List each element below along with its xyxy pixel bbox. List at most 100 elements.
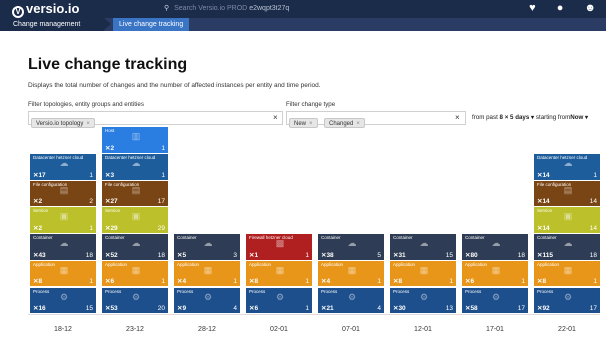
entity-name: Process — [465, 288, 482, 294]
entity-block-datacenter-hetzner-cloud[interactable]: Datacenter hetzner cloud ☁ ⨯17 1 — [30, 154, 96, 180]
instance-count: 3 — [233, 251, 237, 259]
instance-count: 1 — [377, 278, 381, 286]
entity-block-process[interactable]: Process ⚙ ⨯6 1 — [246, 287, 312, 313]
change-count: ⨯58 — [465, 305, 478, 312]
entity-block-container[interactable]: Container ☁ ⨯31 15 — [390, 234, 456, 260]
entity-icon: ▣ — [59, 211, 69, 222]
entity-icon: ☁ — [131, 158, 141, 168]
entity-block-file-configuration[interactable]: File configuration ▤ ⨯14 14 — [534, 180, 600, 207]
instance-count: 5 — [377, 251, 381, 259]
instance-count: 1 — [161, 144, 165, 152]
entity-block-process[interactable]: Process ⚙ ⨯21 4 — [318, 287, 384, 313]
tag-label: New — [294, 121, 307, 127]
entity-block-file-configuration[interactable]: File configuration ▤ ⨯2 2 — [30, 180, 96, 207]
entity-block-container[interactable]: Container ☁ ⨯43 18 — [30, 234, 96, 260]
tag-remove-icon[interactable]: × — [86, 121, 90, 127]
entity-block-application[interactable]: Application ▦ ⨯6 1 — [102, 260, 168, 287]
entity-icon: ☁ — [131, 238, 141, 249]
range-starting-label: starting from — [535, 114, 571, 121]
range-start-dropdown[interactable]: Now ▾ — [570, 114, 588, 121]
entity-block-process[interactable]: Process ⚙ ⨯9 4 — [174, 287, 240, 313]
page-description: Displays the total number of changes and… — [28, 82, 321, 89]
entity-name: Service — [537, 208, 553, 214]
instance-count: 4 — [377, 305, 381, 312]
change-count: ⨯80 — [465, 251, 478, 259]
change-count: ⨯52 — [105, 251, 118, 259]
entity-block-process[interactable]: Process ⚙ ⨯30 13 — [390, 287, 456, 313]
entity-block-application[interactable]: Application ▦ ⨯8 1 — [390, 260, 456, 287]
entity-block-container[interactable]: Container ☁ ⨯52 18 — [102, 234, 168, 260]
chat-icon[interactable]: ● — [557, 2, 564, 14]
entity-block-application[interactable]: Application ▦ ⨯6 1 — [462, 260, 528, 287]
instance-count: 4 — [233, 305, 237, 312]
entity-block-process[interactable]: Process ⚙ ⨯16 15 — [30, 287, 96, 313]
change-type-filter-input[interactable]: New × Changed × × — [286, 111, 466, 128]
clear-change-type-filter-icon[interactable]: × — [455, 113, 460, 122]
entity-block-process[interactable]: Process ⚙ ⨯92 17 — [534, 287, 600, 313]
entity-name: Application — [249, 261, 272, 267]
entity-icon: ▦ — [203, 264, 213, 275]
entity-block-service[interactable]: Service ▣ ⨯14 14 — [534, 207, 600, 233]
entity-icon: ⚙ — [419, 291, 429, 302]
breadcrumb-change-management[interactable]: Change management — [0, 18, 104, 31]
entity-icon: ▩ — [275, 238, 285, 249]
entity-block-application[interactable]: Application ▦ ⨯8 1 — [30, 260, 96, 287]
entity-icon: ☁ — [563, 238, 573, 249]
search-bar[interactable]: ⚲ Search Versio.io PROD e2wqpt3t27q — [164, 4, 289, 12]
entity-block-process[interactable]: Process ⚙ ⨯53 20 — [102, 287, 168, 313]
entity-block-application[interactable]: Application ▦ ⨯4 1 — [174, 260, 240, 287]
app-logo[interactable]: Vversio.io — [12, 1, 79, 18]
topology-filter-input[interactable]: Versio.io topology × × — [28, 111, 283, 128]
user-icon[interactable]: ☻ — [584, 2, 596, 14]
entity-name: Container — [537, 235, 557, 241]
entity-block-datacenter-hetzner-cloud[interactable]: Datacenter hetzner cloud ☁ ⨯14 1 — [534, 154, 600, 180]
entity-block-application[interactable]: Application ▦ ⨯8 1 — [534, 260, 600, 287]
entity-block-application[interactable]: Application ▦ ⨯8 1 — [246, 260, 312, 287]
entity-block-host[interactable]: Host ▥ ⨯2 1 — [102, 127, 168, 153]
entity-block-container[interactable]: Container ☁ ⨯38 5 — [318, 234, 384, 260]
range-amount-dropdown[interactable]: 8 × 5 days ▾ — [500, 114, 535, 121]
time-range-selector: from past 8 × 5 days ▾ starting fromNow … — [472, 114, 588, 121]
entity-icon: ⚙ — [275, 291, 285, 302]
change-count: ⨯29 — [105, 224, 118, 232]
instance-count: 20 — [157, 305, 165, 312]
entity-block-process[interactable]: Process ⚙ ⨯58 17 — [462, 287, 528, 313]
breadcrumb-live-change-tracking[interactable]: Live change tracking — [113, 18, 190, 31]
change-count: ⨯5 — [177, 251, 187, 259]
heart-monitor-icon[interactable]: ♥ — [529, 2, 536, 14]
entity-icon: ▦ — [275, 264, 285, 275]
entity-name: Host — [105, 128, 115, 134]
chart-axis-line — [28, 314, 600, 315]
entity-block-container[interactable]: Container ☁ ⨯80 18 — [462, 234, 528, 260]
entity-name: Firewall hetzner cloud — [249, 235, 293, 241]
topology-filter-tag[interactable]: Versio.io topology × — [31, 118, 95, 128]
date-tick-label: 02-01 — [270, 326, 288, 333]
tag-remove-icon[interactable]: × — [356, 121, 360, 127]
entity-block-firewall-hetzner-cloud[interactable]: Firewall hetzner cloud ▩ ⨯1 1 — [246, 234, 312, 260]
entity-block-file-configuration[interactable]: File configuration ▤ ⨯27 17 — [102, 180, 168, 207]
entity-block-service[interactable]: Service ▣ ⨯2 1 — [30, 207, 96, 233]
entity-icon: ⚙ — [59, 291, 69, 302]
instance-count: 1 — [89, 224, 93, 232]
instance-count: 15 — [445, 251, 453, 259]
change-count: ⨯14 — [537, 171, 550, 179]
entity-icon: ▣ — [131, 211, 141, 222]
instance-count: 1 — [305, 278, 309, 286]
clear-topology-filter-icon[interactable]: × — [273, 113, 278, 122]
entity-block-container[interactable]: Container ☁ ⨯5 3 — [174, 234, 240, 260]
entity-block-datacenter-hetzner-cloud[interactable]: Datacenter hetzner cloud ☁ ⨯3 1 — [102, 154, 168, 180]
entity-name: Application — [393, 261, 416, 267]
change-type-tag-new[interactable]: New × — [289, 118, 318, 128]
entity-name: Application — [177, 261, 200, 267]
app-name: versio.io — [26, 1, 80, 16]
entity-block-service[interactable]: Service ▣ ⨯29 29 — [102, 207, 168, 233]
entity-icon: ⚙ — [347, 291, 357, 302]
change-type-tag-changed[interactable]: Changed × — [323, 118, 365, 128]
tag-remove-icon[interactable]: × — [309, 121, 313, 127]
entity-block-application[interactable]: Application ▦ ⨯4 1 — [318, 260, 384, 287]
entity-name: Process — [177, 288, 194, 294]
entity-icon: ▤ — [131, 184, 141, 195]
entity-block-container[interactable]: Container ☁ ⨯115 18 — [534, 234, 600, 260]
instance-count: 1 — [233, 278, 237, 286]
change-count: ⨯92 — [537, 305, 550, 312]
